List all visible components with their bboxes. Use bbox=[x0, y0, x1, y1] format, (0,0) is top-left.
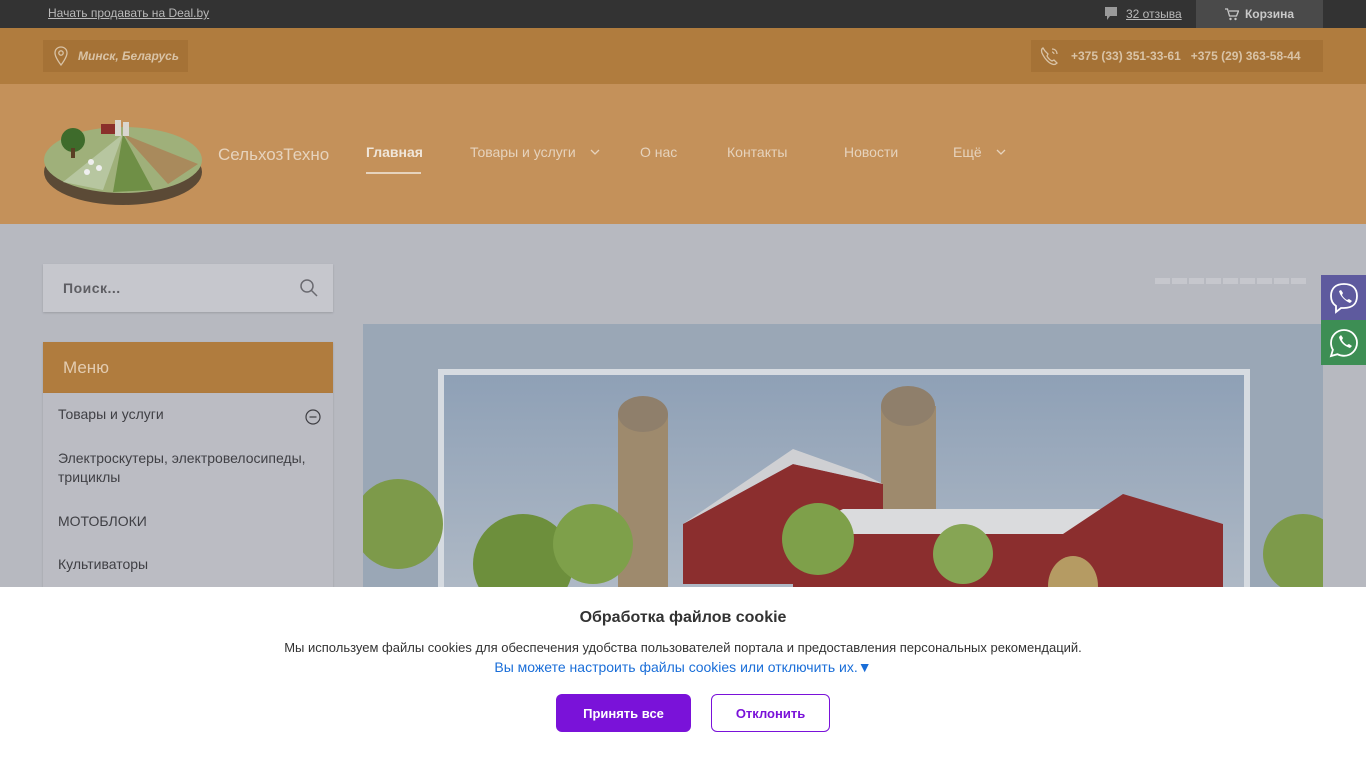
search-icon[interactable] bbox=[299, 278, 319, 298]
slider-dot[interactable] bbox=[1257, 278, 1272, 284]
nav-contacts[interactable]: Контакты bbox=[727, 144, 787, 160]
slider-dot[interactable] bbox=[1155, 278, 1170, 284]
search-input[interactable]: Поиск... bbox=[63, 280, 121, 296]
cart-label: Корзина bbox=[1244, 7, 1295, 21]
slider-dot[interactable] bbox=[1189, 278, 1204, 284]
slider-dot[interactable] bbox=[1206, 278, 1221, 284]
chevron-down-icon bbox=[590, 149, 600, 155]
nav-more-label: Ещё bbox=[953, 144, 982, 160]
slider-dot[interactable] bbox=[1291, 278, 1306, 284]
chat-bubble-icon bbox=[1105, 7, 1117, 20]
decline-button[interactable]: Отклонить bbox=[711, 694, 830, 732]
farm-logo[interactable] bbox=[43, 102, 203, 206]
reviews-link[interactable]: 32 отзыва bbox=[1104, 6, 1182, 22]
cookie-banner: Обработка файлов cookie Мы используем фа… bbox=[0, 587, 1366, 768]
start-selling-link[interactable]: Начать продавать на Deal.by bbox=[48, 6, 209, 20]
slider-dot[interactable] bbox=[1274, 278, 1289, 284]
chevron-down-icon bbox=[996, 149, 1006, 155]
location-badge[interactable]: Минск, Беларусь bbox=[43, 40, 188, 72]
cookie-title: Обработка файлов cookie bbox=[579, 609, 787, 626]
cookie-settings-link[interactable]: Вы можете настроить файлы cookies или от… bbox=[0, 659, 1366, 675]
slider-dot[interactable] bbox=[1172, 278, 1187, 284]
top-bar: Начать продавать на Deal.by 32 отзыва Ко… bbox=[0, 0, 1366, 28]
menu-item-cultivators[interactable]: Культиваторы bbox=[58, 555, 308, 574]
whatsapp-icon bbox=[1329, 328, 1358, 357]
nav-products-label: Товары и услуги bbox=[470, 144, 576, 160]
sidebar-menu: Товары и услуги Электроскутеры, электров… bbox=[43, 393, 333, 593]
search-box[interactable]: Поиск... bbox=[43, 264, 333, 312]
phone-1[interactable]: +375 (33) 351-33-61 bbox=[1071, 49, 1181, 63]
accept-all-button[interactable]: Принять все bbox=[556, 694, 691, 732]
viber-button[interactable] bbox=[1321, 275, 1366, 320]
nav-about[interactable]: О нас bbox=[640, 144, 677, 160]
brand-name[interactable]: СельхозТехно bbox=[218, 145, 329, 165]
cart-icon bbox=[1224, 7, 1239, 20]
phone-2[interactable]: +375 (29) 363-58-44 bbox=[1191, 49, 1301, 63]
contact-bar: Минск, Беларусь +375 (33) 351-33-61 +375… bbox=[0, 28, 1366, 84]
slider-dots bbox=[1155, 278, 1306, 284]
slider-dot[interactable] bbox=[1240, 278, 1255, 284]
nav-news[interactable]: Новости bbox=[844, 144, 898, 160]
menu-item-escooters[interactable]: Электроскутеры, электровелосипеды, трици… bbox=[58, 449, 308, 487]
menu-item-products[interactable]: Товары и услуги bbox=[58, 405, 308, 424]
nav-more[interactable]: Ещё bbox=[953, 144, 1006, 160]
nav-contacts-label: Контакты bbox=[727, 144, 788, 160]
nav-news-label: Новости bbox=[844, 144, 899, 160]
phone-icon bbox=[1040, 47, 1058, 66]
site-header: СельхозТехно Главная Товары и услуги О н… bbox=[0, 84, 1366, 224]
nav-products[interactable]: Товары и услуги bbox=[470, 144, 600, 160]
nav-active-underline bbox=[366, 172, 421, 174]
whatsapp-button[interactable] bbox=[1321, 320, 1366, 365]
reviews-count[interactable]: 32 отзыва bbox=[1126, 7, 1182, 21]
slider-dot[interactable] bbox=[1223, 278, 1238, 284]
collapse-icon[interactable] bbox=[305, 409, 321, 425]
menu-header: Меню bbox=[43, 342, 333, 393]
phones-block: +375 (33) 351-33-61 +375 (29) 363-58-44 bbox=[1031, 40, 1323, 72]
cookie-text: Мы используем файлы cookies для обеспече… bbox=[284, 640, 1082, 655]
location-text: Минск, Беларусь bbox=[78, 49, 179, 63]
cart-button[interactable]: Корзина bbox=[1196, 0, 1323, 28]
nav-home[interactable]: Главная bbox=[366, 144, 423, 174]
nav-home-label: Главная bbox=[366, 144, 423, 160]
map-pin-icon bbox=[54, 46, 68, 66]
nav-about-label: О нас bbox=[640, 144, 678, 160]
menu-item-motoblocks[interactable]: МОТОБЛОКИ bbox=[58, 512, 308, 531]
viber-icon bbox=[1329, 282, 1358, 314]
